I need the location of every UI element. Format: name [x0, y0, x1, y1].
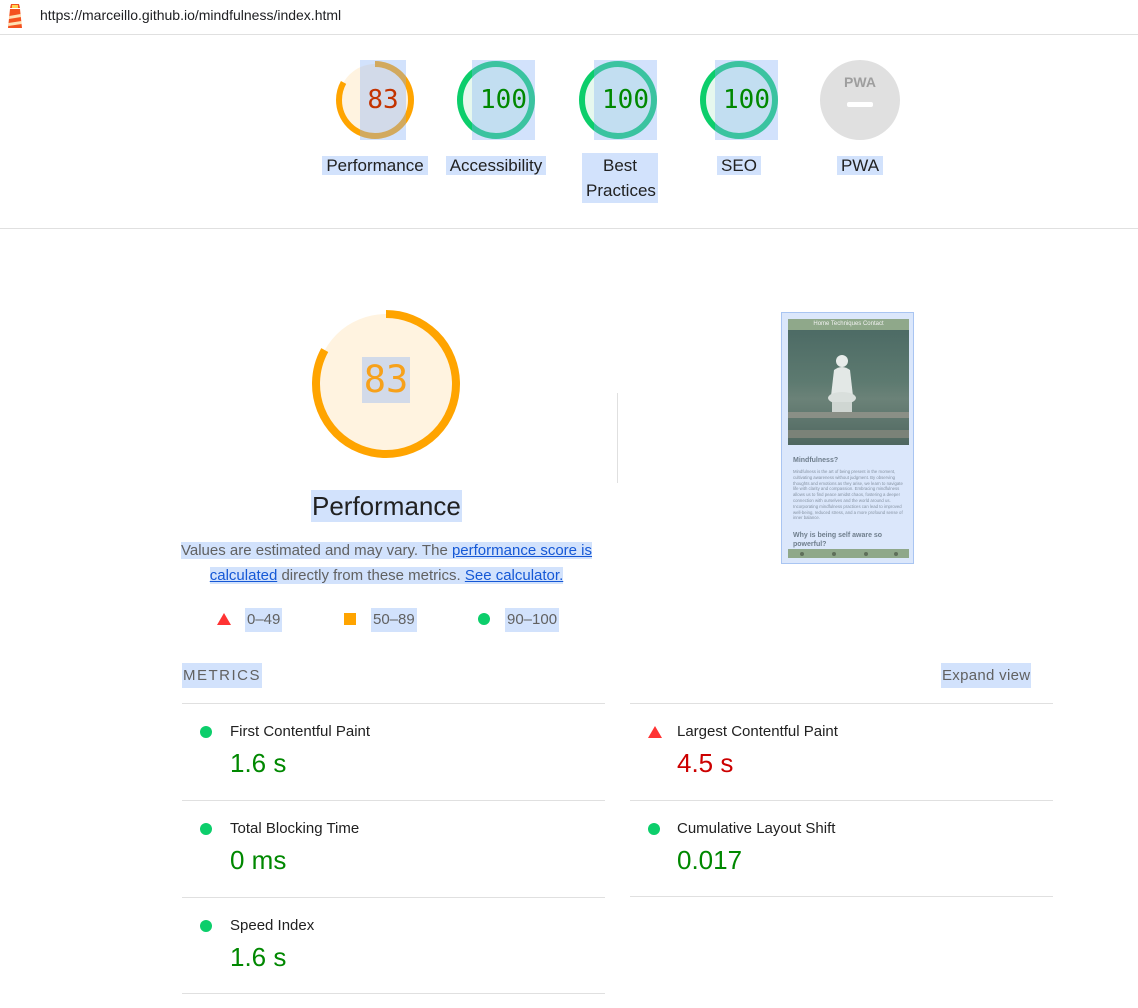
- metrics-header: METRICS: [182, 663, 262, 688]
- square-icon: [344, 613, 356, 625]
- gauge-best-practices[interactable]: 100 Best Practices: [558, 35, 678, 229]
- thumbnail-subheading: Why is being self aware so powerful?: [793, 532, 883, 548]
- gauge-label: Best Practices: [582, 153, 658, 203]
- metric-speed-index[interactable]: Speed Index 1.6 s: [182, 897, 605, 994]
- report-url[interactable]: https://marceillo.github.io/mindfulness/…: [40, 7, 341, 23]
- thumbnail-nav: Home Techniques Contact: [788, 319, 909, 330]
- pwa-badge-text: PWA: [844, 74, 876, 90]
- see-calculator-link[interactable]: See calculator.: [464, 567, 564, 584]
- metric-cumulative-layout-shift[interactable]: Cumulative Layout Shift 0.017: [630, 800, 1053, 897]
- lighthouse-icon: [8, 4, 22, 28]
- pass-circle-icon: [200, 920, 212, 932]
- performance-description: Values are estimated and may vary. The p…: [180, 542, 593, 584]
- category-gauges: 83 Performance 100 Accessibility 100 Bes…: [0, 35, 1138, 229]
- gauge-label: PWA: [800, 153, 920, 178]
- thumbnail-footer: [788, 549, 909, 558]
- metric-total-blocking-time[interactable]: Total Blocking Time 0 ms: [182, 800, 605, 897]
- gauge-label: SEO: [679, 153, 799, 178]
- report-url-bar: https://marceillo.github.io/mindfulness/…: [0, 0, 1138, 35]
- pass-circle-icon: [648, 823, 660, 835]
- gauge-score: 83: [360, 60, 406, 140]
- thumbnail-paragraph: Mindfulness is the art of being present …: [793, 469, 903, 521]
- metric-value: 4.5 s: [677, 748, 734, 778]
- fail-triangle-icon: [648, 726, 662, 738]
- gauge-score: 100: [715, 60, 778, 140]
- final-screenshot-thumbnail[interactable]: Home Techniques Contact Mindfulness? Min…: [781, 312, 914, 564]
- pass-circle-icon: [200, 823, 212, 835]
- performance-title: Performance: [311, 490, 462, 522]
- metric-value: 1.6 s: [230, 942, 287, 972]
- gauge-accessibility[interactable]: 100 Accessibility: [436, 35, 556, 229]
- score-scale-legend: 0–49 50–89 90–100: [180, 607, 600, 632]
- pwa-badge-icon: PWA: [820, 60, 900, 140]
- metric-value: 1.6 s: [230, 748, 287, 778]
- metric-value: 0 ms: [230, 845, 287, 875]
- metric-largest-contentful-paint[interactable]: Largest Contentful Paint 4.5 s: [630, 703, 1053, 800]
- metric-name: Speed Index: [230, 917, 315, 934]
- gauge-performance[interactable]: 83 Performance: [315, 35, 435, 229]
- pass-circle-icon: [200, 726, 212, 738]
- triangle-icon: [217, 613, 231, 625]
- metric-name: Largest Contentful Paint: [677, 723, 838, 740]
- metric-name: Total Blocking Time: [230, 820, 360, 837]
- gauge-label: Performance: [315, 153, 435, 178]
- metric-value: 0.017: [677, 845, 743, 875]
- gauge-seo[interactable]: 100 SEO: [679, 35, 799, 229]
- metric-name: First Contentful Paint: [230, 723, 371, 740]
- buddha-statue-icon: [828, 355, 856, 412]
- gauge-pwa[interactable]: PWA PWA: [800, 35, 920, 229]
- performance-big-score: 83: [362, 357, 410, 403]
- gauge-label: Accessibility: [436, 153, 556, 178]
- expand-view-button[interactable]: Expand view: [941, 663, 1032, 688]
- section-divider: [617, 393, 618, 483]
- metric-name: Cumulative Layout Shift: [677, 820, 836, 837]
- thumbnail-heading: Mindfulness?: [793, 457, 839, 464]
- gauge-score: 100: [594, 60, 657, 140]
- gauge-score: 100: [472, 60, 535, 140]
- circle-icon: [478, 613, 490, 625]
- thumbnail-hero-image: [788, 330, 909, 445]
- metric-first-contentful-paint[interactable]: First Contentful Paint 1.6 s: [182, 703, 605, 800]
